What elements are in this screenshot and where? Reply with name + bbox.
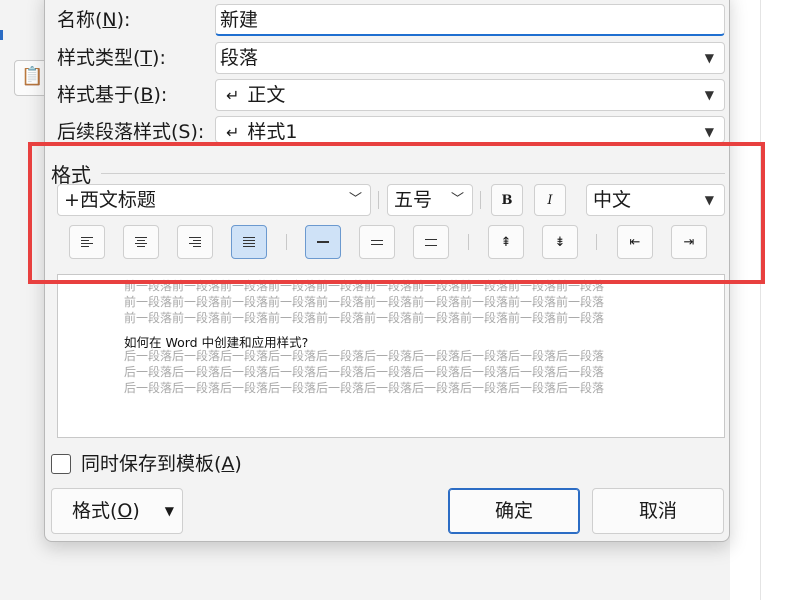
- cancel-button[interactable]: 取消: [592, 488, 724, 534]
- dropdown-arrow-icon: ▼: [704, 51, 714, 65]
- decrease-paragraph-spacing-button[interactable]: ⇟: [542, 225, 578, 259]
- font-size-select[interactable]: 五号 ﹀: [387, 184, 473, 216]
- preview-previous-paragraph: 前一段落前一段落前一段落前一段落前一段落前一段落前一段落前一段落前一段落前一段落: [124, 279, 605, 293]
- paragraph-return-icon: ↵: [226, 86, 240, 105]
- dropdown-arrow-icon: ▼: [704, 125, 714, 139]
- dropdown-arrow-icon: ▼: [164, 504, 174, 518]
- preview-following-paragraph: 后一段落后一段落后一段落后一段落后一段落后一段落后一段落后一段落后一段落后一段落: [124, 349, 605, 363]
- increase-paragraph-spacing-button[interactable]: ⇞: [488, 225, 524, 259]
- preview-following-paragraph: 后一段落后一段落后一段落后一段落后一段落后一段落后一段落后一段落后一段落后一段落: [124, 365, 605, 379]
- font-select[interactable]: +西文标题 ﹀: [57, 184, 371, 216]
- style-preview: 前一段落前一段落前一段落前一段落前一段落前一段落前一段落前一段落前一段落前一段落…: [57, 274, 725, 438]
- line-spacing-double-button[interactable]: [413, 225, 449, 259]
- based-on-label: 样式基于(B):: [57, 84, 168, 106]
- background-accent: [0, 30, 3, 40]
- background-divider: [760, 0, 761, 600]
- name-input[interactable]: 新建: [215, 4, 725, 36]
- ok-button[interactable]: 确定: [448, 488, 580, 534]
- italic-button[interactable]: I: [534, 184, 566, 216]
- decrease-spacing-icon: ⇟: [554, 234, 566, 250]
- section-divider: [101, 173, 725, 174]
- preview-previous-paragraph: 前一段落前一段落前一段落前一段落前一段落前一段落前一段落前一段落前一段落前一段落: [124, 295, 605, 309]
- single-spacing-icon: [317, 241, 329, 243]
- script-select[interactable]: 中文 ▼: [586, 184, 725, 216]
- style-type-select[interactable]: 段落 ▼: [215, 42, 725, 74]
- decrease-indent-icon: ⇤: [629, 234, 641, 250]
- clipboard-icon[interactable]: 📋: [14, 60, 48, 96]
- bold-button[interactable]: B: [491, 184, 523, 216]
- chevron-down-icon: ﹀: [450, 192, 464, 207]
- dropdown-arrow-icon: ▼: [704, 88, 714, 102]
- one-half-spacing-icon: [371, 239, 383, 245]
- save-to-template-label[interactable]: 同时保存到模板(A): [81, 450, 242, 478]
- align-left-icon: [81, 237, 93, 247]
- align-right-button[interactable]: [177, 225, 213, 259]
- style-type-label: 样式类型(T):: [57, 47, 166, 69]
- toolbar-separator: [286, 234, 287, 250]
- toolbar-separator: [480, 191, 481, 209]
- increase-indent-icon: ⇥: [683, 234, 695, 250]
- align-left-button[interactable]: [69, 225, 105, 259]
- increase-spacing-icon: ⇞: [500, 234, 512, 250]
- increase-indent-button[interactable]: ⇥: [671, 225, 707, 259]
- toolbar-separator: [596, 234, 597, 250]
- line-spacing-1-5-button[interactable]: [359, 225, 395, 259]
- double-spacing-icon: [425, 238, 437, 246]
- paragraph-return-icon: ↵: [226, 123, 240, 142]
- toolbar-separator: [468, 234, 469, 250]
- background-document: [730, 0, 800, 600]
- decrease-indent-button[interactable]: ⇤: [617, 225, 653, 259]
- next-style-label: 后续段落样式(S):: [57, 121, 205, 143]
- next-style-select[interactable]: ↵ 样式1 ▼: [215, 116, 725, 143]
- toolbar-separator: [378, 191, 379, 209]
- align-right-icon: [189, 237, 201, 247]
- align-center-button[interactable]: [123, 225, 159, 259]
- format-menu-button[interactable]: 格式(O) ▼: [51, 488, 183, 534]
- save-to-template-checkbox[interactable]: [51, 454, 71, 474]
- align-justify-icon: [243, 237, 255, 247]
- based-on-select[interactable]: ↵ 正文 ▼: [215, 79, 725, 111]
- align-center-icon: [135, 237, 147, 247]
- modify-style-dialog: 名称(N): 新建 样式类型(T): 段落 ▼ 样式基于(B): ↵ 正文 ▼ 后…: [44, 0, 730, 542]
- preview-following-paragraph: 后一段落后一段落后一段落后一段落后一段落后一段落后一段落后一段落后一段落后一段落: [124, 381, 605, 395]
- name-label: 名称(N):: [57, 9, 131, 31]
- line-spacing-single-button[interactable]: [305, 225, 341, 259]
- preview-previous-paragraph: 前一段落前一段落前一段落前一段落前一段落前一段落前一段落前一段落前一段落前一段落: [124, 311, 605, 325]
- align-justify-button[interactable]: [231, 225, 267, 259]
- dropdown-arrow-icon: ▼: [704, 193, 714, 207]
- chevron-down-icon: ﹀: [348, 192, 362, 207]
